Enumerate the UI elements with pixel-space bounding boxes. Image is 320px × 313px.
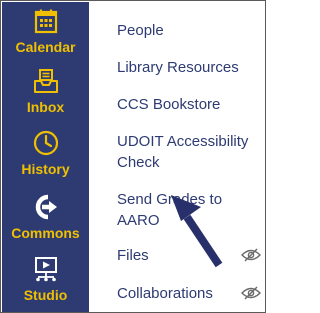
global-nav-studio[interactable]: Studio [2,256,89,303]
inbox-icon [33,69,58,93]
pointer-arrow-icon [171,195,223,268]
course-nav-label-line: Check [117,154,160,171]
global-nav-label: History [21,161,70,177]
history-icon [33,130,58,156]
course-nav-udoit-accessibility-check[interactable]: UDOIT Accessibility Check [117,131,248,173]
global-navigation: Calendar Inbox History Commons Studio [2,2,89,312]
commons-icon [35,194,57,220]
course-nav-ccs-bookstore[interactable]: CCS Bookstore [117,94,220,115]
screenshot-frame: Calendar Inbox History Commons Studio Pe… [0,0,266,313]
course-nav-files[interactable]: Files [117,245,149,266]
global-nav-history[interactable]: History [2,130,89,177]
course-nav-label-line: UDOIT Accessibility [117,133,249,150]
global-nav-calendar[interactable]: Calendar [2,8,89,55]
course-nav-collaborations[interactable]: Collaborations [117,283,213,304]
eye-slash-icon [241,286,261,300]
course-nav-people[interactable]: People [117,20,164,41]
global-nav-inbox[interactable]: Inbox [2,68,89,115]
studio-icon [34,257,57,282]
global-nav-label: Commons [11,225,80,241]
global-nav-label: Studio [23,287,68,303]
global-nav-label: Calendar [15,39,76,55]
eye-slash-icon [241,248,261,262]
course-nav-library-resources[interactable]: Library Resources [117,57,239,78]
global-nav-commons[interactable]: Commons [2,194,89,241]
global-nav-label: Inbox [26,99,65,115]
calendar-icon [34,9,57,34]
